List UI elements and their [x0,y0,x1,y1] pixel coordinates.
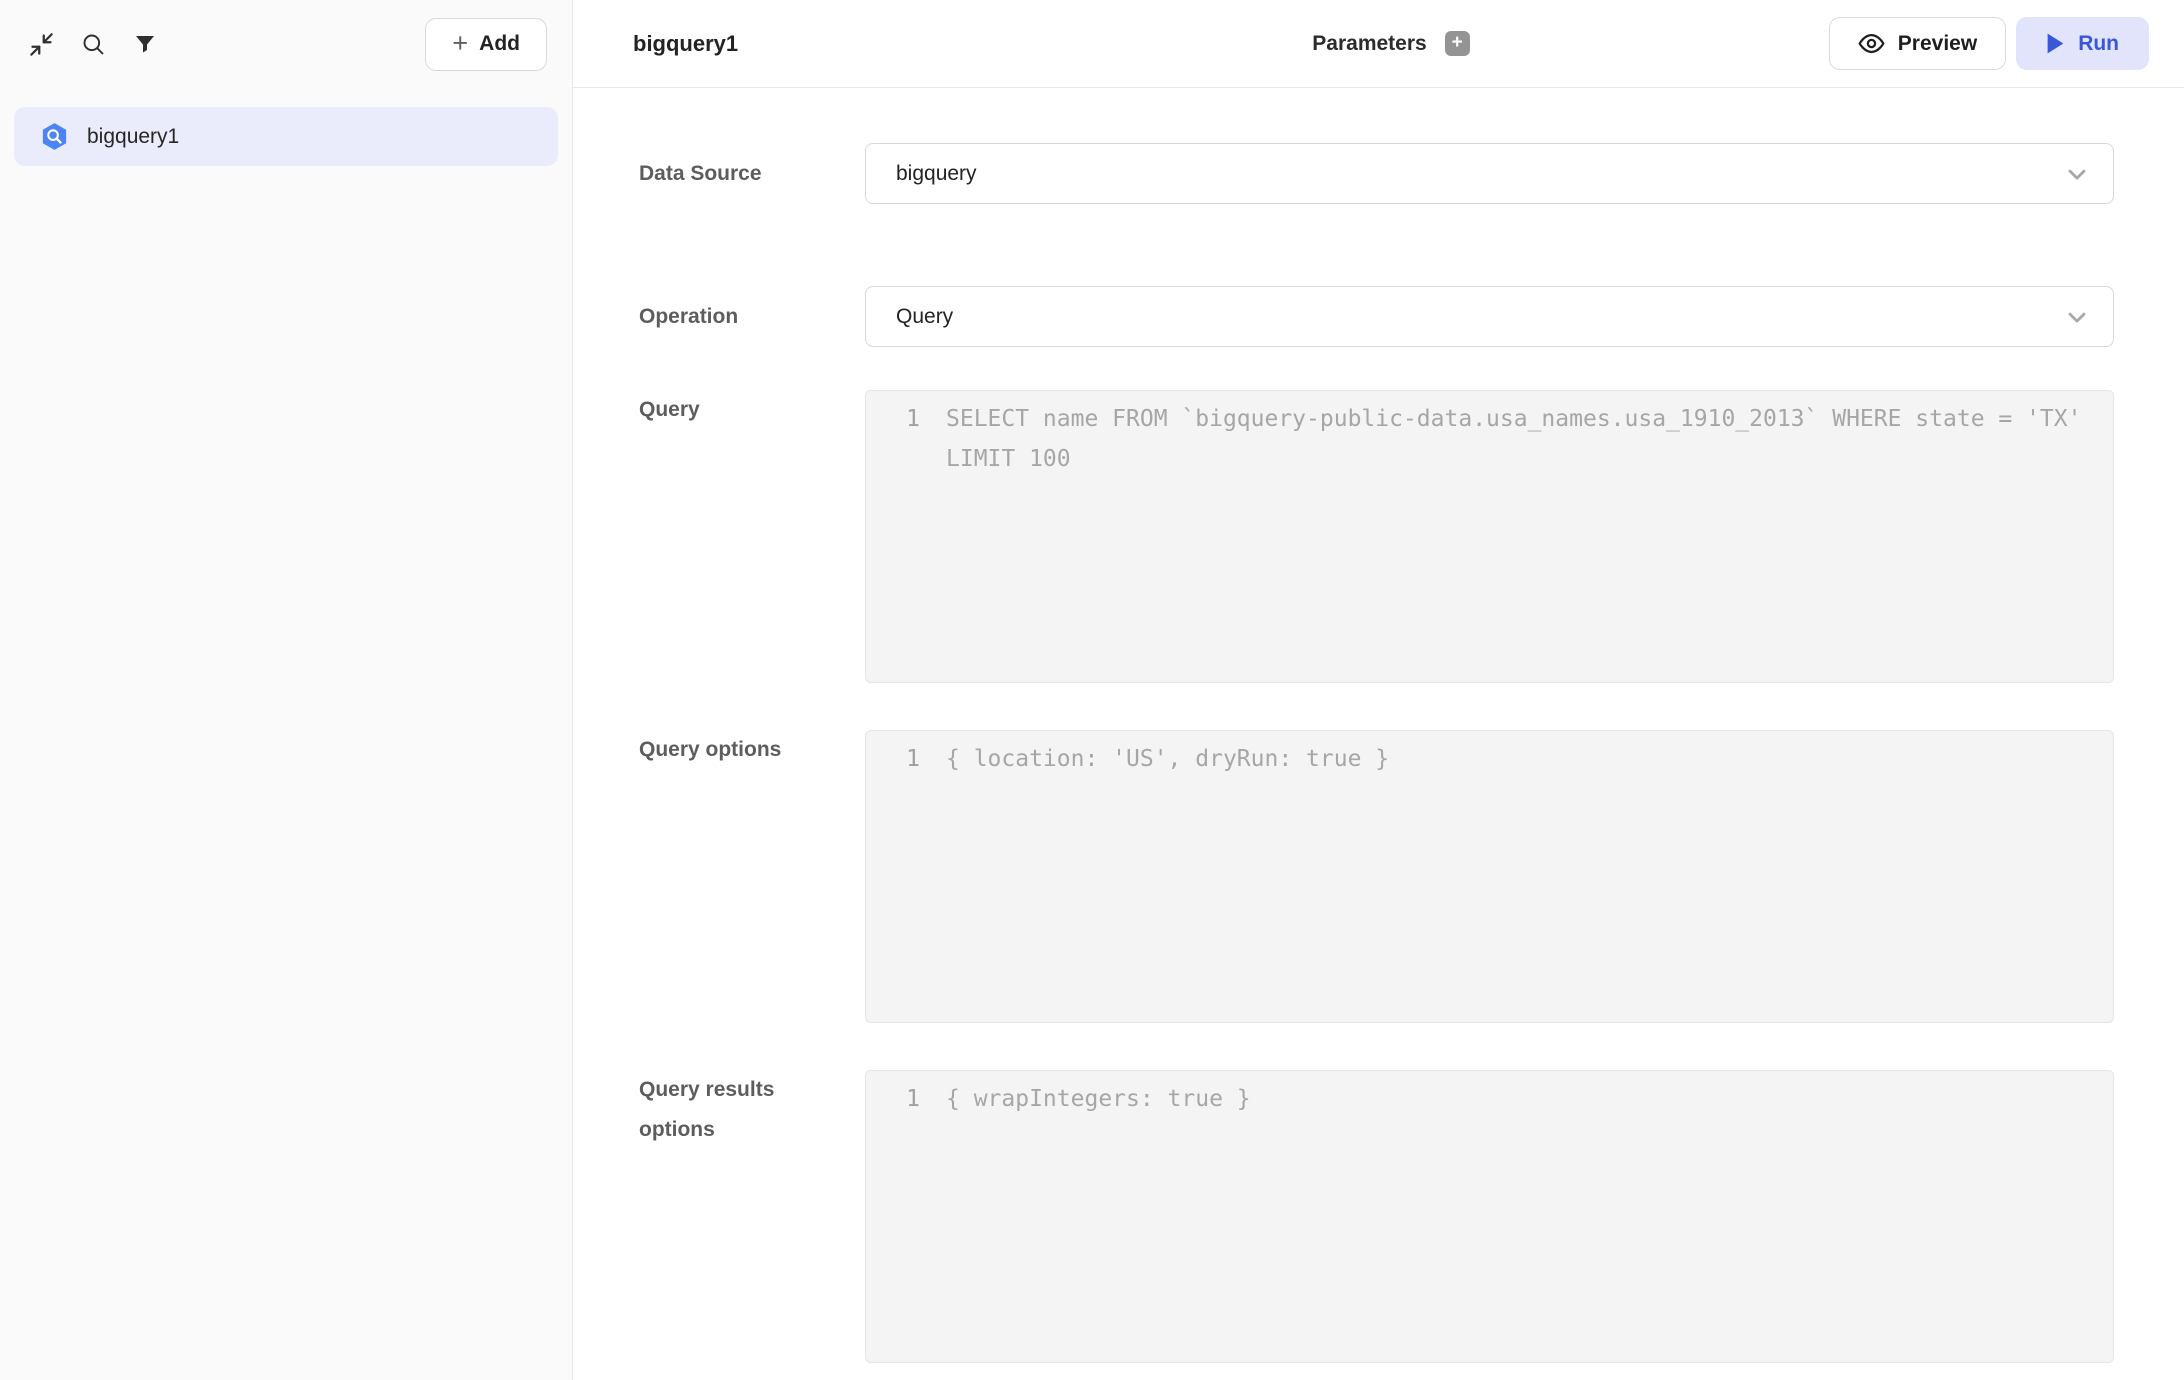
query-list: bigquery1 [0,88,572,166]
chevron-down-icon [2063,160,2091,188]
header-left: bigquery1 [633,31,1312,57]
data-source-select[interactable]: bigquery [865,143,2114,204]
code-line: 1 SELECT name FROM `bigquery-public-data… [890,399,2089,479]
query-results-options-field: 1 { wrapIntegers: true } [865,1070,2114,1363]
add-button-label: Add [479,32,520,56]
query-field: 1 SELECT name FROM `bigquery-public-data… [865,390,2114,683]
bigquery-icon [39,121,70,152]
parameters-label: Parameters [1312,32,1426,56]
code-line: 1 { wrapIntegers: true } [890,1079,2089,1119]
collapse-icon [28,31,55,58]
query-options-code-text: { location: 'US', dryRun: true } [946,739,1389,779]
plus-icon: + [452,30,468,57]
query-options-editor[interactable]: 1 { location: 'US', dryRun: true } [865,730,2114,1023]
query-results-options-label: Query results options [639,1070,865,1150]
run-button[interactable]: Run [2016,17,2149,70]
query-code-editor[interactable]: 1 SELECT name FROM `bigquery-public-data… [865,390,2114,683]
query-label: Query [639,390,865,430]
plus-icon: + [1452,33,1463,52]
preview-button-label: Preview [1898,32,1977,56]
query-options-row: Query options 1 { location: 'US', dryRun… [639,730,2114,1023]
operation-field: Query [865,286,2114,347]
data-source-value: bigquery [896,162,977,186]
query-form: Data Source bigquery Operation [573,88,2184,1380]
query-code-text: SELECT name FROM `bigquery-public-data.u… [946,399,2089,479]
filter-icon [133,32,157,56]
sidebar-toolbar: + Add [0,0,572,88]
add-parameter-button[interactable]: + [1445,31,1470,56]
page-title: bigquery1 [633,31,738,57]
operation-label: Operation [639,297,865,337]
chevron-down-icon [2063,303,2091,331]
main-header: bigquery1 Parameters + Preview [573,0,2184,88]
header-actions: Preview Run [1470,17,2149,70]
query-options-field: 1 { location: 'US', dryRun: true } [865,730,2114,1023]
run-button-label: Run [2078,32,2119,56]
code-line: 1 { location: 'US', dryRun: true } [890,739,2089,779]
operation-value: Query [896,305,953,329]
query-item-label: bigquery1 [87,125,179,149]
data-source-field: bigquery [865,143,2114,204]
add-query-button[interactable]: + Add [425,18,547,71]
main-panel: bigquery1 Parameters + Preview [573,0,2184,1380]
line-number: 1 [890,739,920,779]
line-number: 1 [890,1079,920,1119]
data-source-row: Data Source bigquery [639,143,2114,204]
filter-button[interactable] [124,23,166,65]
query-results-options-editor[interactable]: 1 { wrapIntegers: true } [865,1070,2114,1363]
query-sidebar: + Add bigquery1 [0,0,573,1380]
query-list-item-bigquery1[interactable]: bigquery1 [14,107,558,166]
operation-row: Operation Query [639,286,2114,347]
query-results-options-row: Query results options 1 { wrapIntegers: … [639,1070,2114,1363]
search-button[interactable] [72,23,114,65]
eye-icon [1858,30,1885,57]
search-icon [80,31,107,58]
app-root: + Add bigquery1 bigquery1 [0,0,2184,1380]
query-options-label: Query options [639,730,865,770]
data-source-label: Data Source [639,154,865,194]
parameters-section: Parameters + [1312,31,1469,56]
collapse-panel-button[interactable] [20,23,62,65]
preview-button[interactable]: Preview [1829,17,2006,70]
query-results-options-code-text: { wrapIntegers: true } [946,1079,1251,1119]
line-number: 1 [890,399,920,439]
operation-select[interactable]: Query [865,286,2114,347]
play-icon [2046,33,2065,54]
query-row: Query 1 SELECT name FROM `bigquery-publi… [639,390,2114,683]
